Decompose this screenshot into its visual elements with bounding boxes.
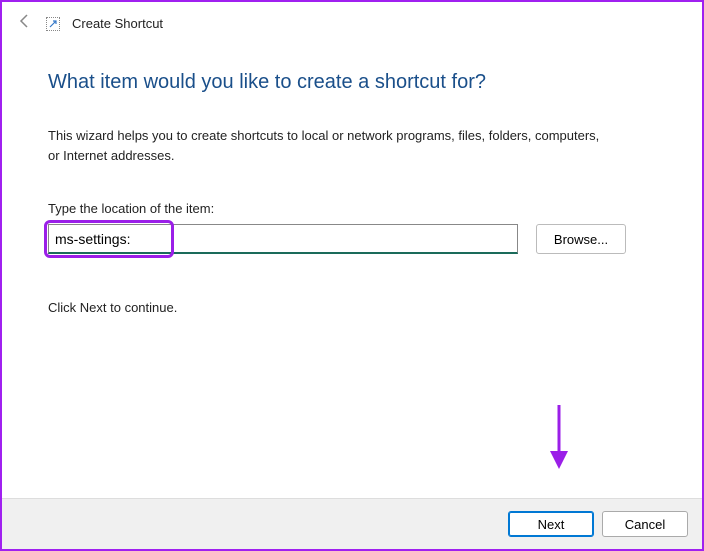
back-arrow-icon[interactable] [16, 12, 34, 35]
next-button[interactable]: Next [508, 511, 594, 537]
page-heading: What item would you like to create a sho… [48, 71, 656, 94]
button-bar: Next Cancel [2, 498, 702, 549]
titlebar: Create Shortcut [2, 2, 702, 41]
location-row: Browse... [48, 224, 656, 254]
browse-button[interactable]: Browse... [536, 224, 626, 254]
wizard-description: This wizard helps you to create shortcut… [48, 126, 608, 165]
continue-hint: Click Next to continue. [48, 300, 656, 315]
location-input[interactable] [48, 224, 518, 254]
shortcut-overlay-icon [46, 17, 60, 31]
wizard-content: What item would you like to create a sho… [2, 41, 702, 498]
location-label: Type the location of the item: [48, 201, 656, 216]
window-title: Create Shortcut [72, 16, 163, 31]
location-input-wrap [48, 224, 518, 254]
cancel-button[interactable]: Cancel [602, 511, 688, 537]
annotation-arrow-icon [546, 401, 572, 478]
